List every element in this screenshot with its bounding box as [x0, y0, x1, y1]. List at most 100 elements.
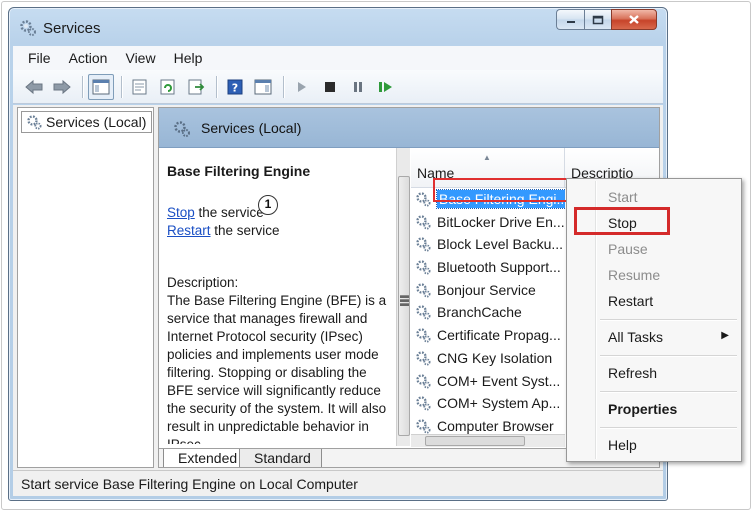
table-row[interactable]: COM+ System Ap... — [411, 392, 565, 415]
stop-action-line: Stop the service — [167, 204, 393, 222]
menu-item-properties[interactable]: Properties — [608, 401, 677, 417]
gear-icon — [416, 396, 431, 411]
tab-extended[interactable]: Extended — [163, 449, 249, 467]
service-name: COM+ System Ap... — [437, 395, 561, 412]
maximize-button[interactable] — [584, 9, 611, 30]
gear-icon — [174, 121, 190, 137]
toolbar-separator — [121, 75, 122, 98]
status-bar: Start service Base Filtering Engine on L… — [13, 470, 663, 496]
stop-icon — [325, 81, 335, 92]
forward-button[interactable] — [49, 74, 75, 100]
column-header-label: Name — [417, 165, 455, 181]
toolbar-separator — [283, 75, 284, 98]
gear-icon — [416, 192, 431, 207]
help-toolbar-button[interactable]: ? — [222, 74, 248, 100]
help-icon: ? — [227, 79, 243, 94]
gear-icon — [416, 305, 431, 320]
tab-standard[interactable]: Standard — [239, 449, 322, 467]
show-hide-console-tree-button[interactable] — [88, 73, 114, 100]
menu-item-start[interactable]: Start — [608, 189, 638, 205]
gear-icon — [416, 328, 431, 343]
restart-service-link[interactable]: Restart — [167, 223, 211, 238]
table-row[interactable]: Bonjour Service — [411, 279, 565, 302]
restart-action-suffix: the service — [210, 223, 280, 238]
table-row[interactable]: COM+ Event Syst... — [411, 370, 565, 393]
forward-arrow-icon — [53, 79, 71, 94]
stop-highlight-box — [574, 207, 670, 235]
service-name: Bluetooth Support... — [437, 259, 561, 276]
gear-icon — [416, 215, 431, 230]
menu-file[interactable]: File — [28, 50, 51, 66]
gear-icon — [416, 283, 431, 298]
column-header-name[interactable]: ▲ Name — [411, 148, 565, 188]
gear-icon — [416, 351, 431, 366]
service-name: BranchCache — [437, 304, 522, 321]
menu-item-help[interactable]: Help — [608, 437, 637, 453]
menu-item-restart[interactable]: Restart — [608, 293, 653, 309]
action-pane-icon — [254, 79, 272, 94]
table-row[interactable]: Base Filtering Engi... — [411, 188, 565, 211]
stop-service-link[interactable]: Stop — [167, 205, 195, 220]
gear-icon — [416, 373, 431, 388]
menu-action[interactable]: Action — [69, 50, 108, 66]
console-tree: Services (Local) — [17, 107, 154, 468]
title-bar[interactable]: Services — [9, 8, 667, 46]
pause-service-button[interactable] — [345, 74, 371, 100]
service-name: Certificate Propag... — [437, 327, 561, 344]
details-scrollbar[interactable]: ▬ ▬ ▬ — [396, 148, 410, 446]
table-row[interactable]: Certificate Propag... — [411, 324, 565, 347]
table-row[interactable]: BranchCache — [411, 301, 565, 324]
gear-icon — [27, 115, 42, 130]
restart-action-line: Restart the service — [167, 222, 393, 240]
pane-header: Services (Local) — [159, 108, 659, 148]
export-icon — [188, 79, 205, 94]
sort-ascending-icon: ▲ — [483, 153, 491, 162]
menu-separator — [600, 319, 737, 320]
maximize-icon — [592, 15, 604, 24]
step-number-badge: 1 — [258, 195, 278, 215]
menu-view[interactable]: View — [125, 50, 155, 66]
toolbar: ? — [13, 70, 663, 104]
menu-item-pause[interactable]: Pause — [608, 241, 648, 257]
tree-item-label: Services (Local) — [46, 114, 147, 130]
restart-icon — [379, 81, 392, 92]
service-name: BitLocker Drive En... — [437, 213, 565, 230]
table-row[interactable]: BitLocker Drive En... — [411, 211, 565, 234]
console-tree-icon — [92, 79, 110, 94]
table-row[interactable]: Block Level Backu... — [411, 233, 565, 256]
service-name: COM+ Event Syst... — [437, 372, 561, 389]
list-horizontal-scrollbar[interactable] — [411, 434, 565, 447]
minimize-icon — [566, 20, 575, 23]
tree-item-services-local[interactable]: Services (Local) — [21, 111, 153, 133]
show-action-pane-button[interactable] — [250, 74, 276, 100]
refresh-icon — [160, 79, 175, 94]
stop-service-button[interactable] — [317, 74, 343, 100]
start-service-button[interactable] — [289, 74, 315, 100]
table-row[interactable]: Bluetooth Support... — [411, 256, 565, 279]
pause-icon — [354, 81, 362, 92]
refresh-toolbar-button[interactable] — [155, 74, 181, 100]
menu-item-all-tasks[interactable]: All Tasks — [608, 329, 663, 345]
table-row[interactable]: CNG Key Isolation — [411, 347, 565, 370]
close-button[interactable] — [611, 9, 657, 30]
service-name-heading: Base Filtering Engine — [167, 163, 311, 179]
menu-separator — [600, 355, 737, 356]
export-list-button[interactable] — [183, 74, 209, 100]
menu-item-refresh[interactable]: Refresh — [608, 365, 657, 381]
description-label: Description: — [167, 275, 239, 290]
back-button[interactable] — [21, 74, 47, 100]
scrollbar-thumb[interactable] — [425, 436, 525, 446]
menu-item-resume[interactable]: Resume — [608, 267, 660, 283]
menu-help[interactable]: Help — [174, 50, 203, 66]
service-name: Block Level Backu... — [437, 236, 564, 253]
menu-separator — [600, 391, 737, 392]
gear-icon — [416, 260, 431, 275]
service-name: CNG Key Isolation — [437, 349, 553, 366]
svg-text:?: ? — [232, 81, 238, 94]
properties-toolbar-button[interactable] — [127, 74, 153, 100]
gear-icon — [416, 237, 431, 252]
minimize-button[interactable] — [556, 9, 584, 30]
properties-icon — [132, 79, 147, 94]
scrollbar-grip-icon: ▬ ▬ ▬ — [400, 290, 409, 308]
restart-service-button[interactable] — [373, 74, 399, 100]
